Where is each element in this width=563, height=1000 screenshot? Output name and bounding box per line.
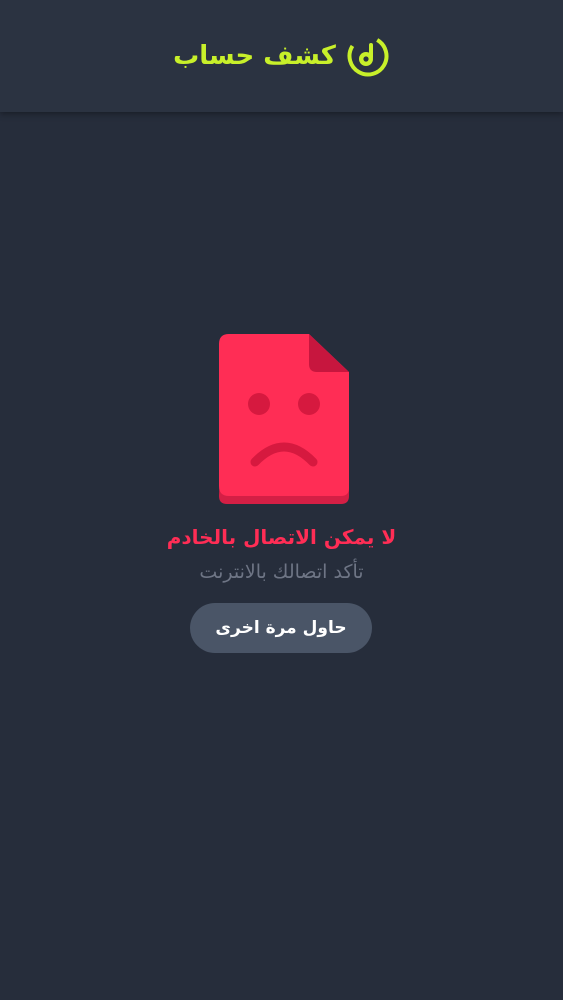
sad-document-icon [219,334,349,504]
brand: كشف حساب [173,34,390,78]
error-title: لا يمكن الاتصال بالخادم [166,525,397,549]
retry-button[interactable]: حاول مرة اخرى [190,603,372,653]
app-title: كشف حساب [173,41,336,71]
app-header: كشف حساب [0,0,563,112]
error-subtitle: تأكد اتصالك بالانترنت [199,561,364,583]
brand-logo-icon [347,35,389,77]
